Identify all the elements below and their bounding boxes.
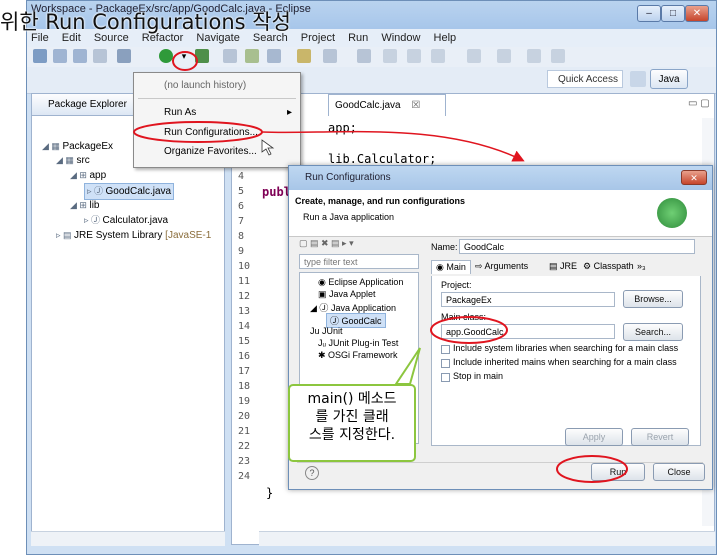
main-class-highlight bbox=[430, 316, 508, 344]
slide-heading: 을 위한 Run Configurations 작성 bbox=[0, 10, 291, 34]
callout-pointer bbox=[394, 347, 421, 385]
arrow-to-dialog bbox=[261, 130, 525, 162]
run-dropdown-highlight bbox=[172, 51, 198, 71]
run-button-highlight bbox=[556, 455, 628, 483]
mouse-cursor-icon bbox=[261, 139, 275, 156]
annotation-overlay bbox=[133, 51, 628, 483]
run-configurations-highlight bbox=[133, 121, 263, 143]
